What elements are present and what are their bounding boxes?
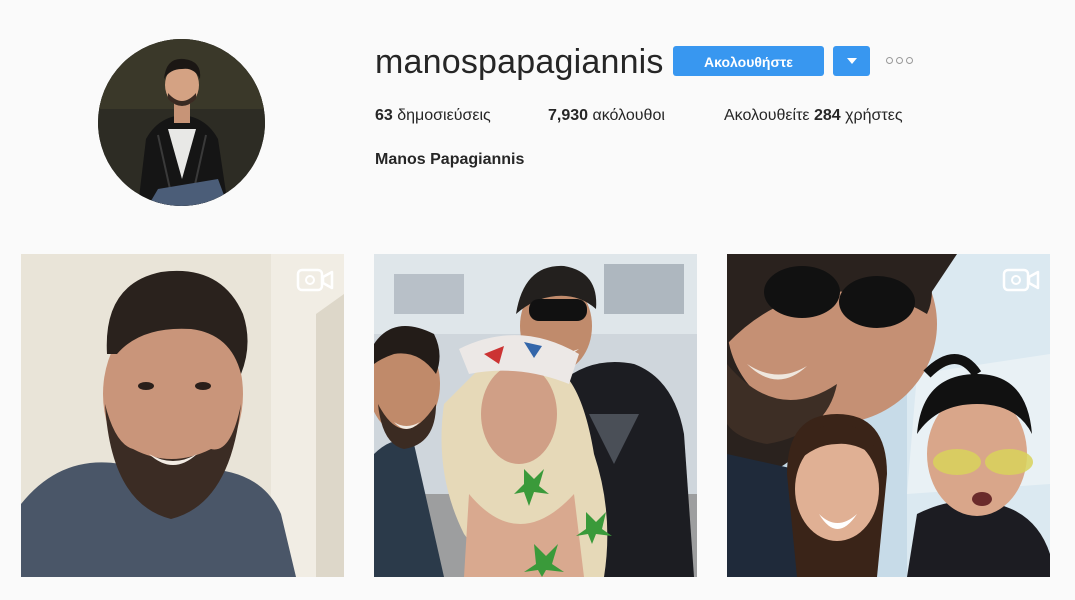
following-prefix: Ακολουθείτε	[724, 107, 810, 124]
more-dots-icon	[886, 57, 893, 64]
following-suffix: χρήστες	[845, 107, 903, 124]
post-thumbnail[interactable]	[374, 254, 697, 577]
profile-avatar[interactable]	[98, 39, 265, 206]
full-name: Manos Papagiannis	[375, 151, 525, 168]
username: manospapagiannis	[375, 43, 664, 81]
post-thumbnail[interactable]	[21, 254, 344, 577]
posts-count: 63	[375, 107, 393, 124]
followers-stat[interactable]: 7,930 ακόλουθοι	[548, 105, 665, 127]
following-count: 284	[813, 107, 841, 124]
suggestions-dropdown-button[interactable]	[833, 46, 870, 76]
post-image	[727, 254, 1050, 577]
posts-label: δημοσιεύσεις	[397, 107, 491, 124]
followers-label: ακόλουθοι	[592, 107, 665, 124]
followers-count: 7,930	[548, 107, 589, 124]
following-stat[interactable]: Ακολουθείτε 284 χρήστες	[724, 105, 903, 127]
chevron-down-icon	[847, 58, 857, 64]
video-camera-icon	[1002, 268, 1040, 292]
video-camera-icon	[296, 268, 334, 292]
follow-button[interactable]: Ακολουθήστε	[673, 46, 824, 76]
post-image	[374, 254, 697, 577]
post-image	[21, 254, 344, 577]
post-thumbnail[interactable]	[727, 254, 1050, 577]
profile-page: manospapagiannis Ακολουθήστε 63 δημοσιεύ…	[0, 0, 1075, 600]
avatar-image	[98, 39, 265, 206]
posts-count-stat: 63 δημοσιεύσεις	[375, 105, 491, 127]
more-options-button[interactable]	[884, 54, 916, 68]
